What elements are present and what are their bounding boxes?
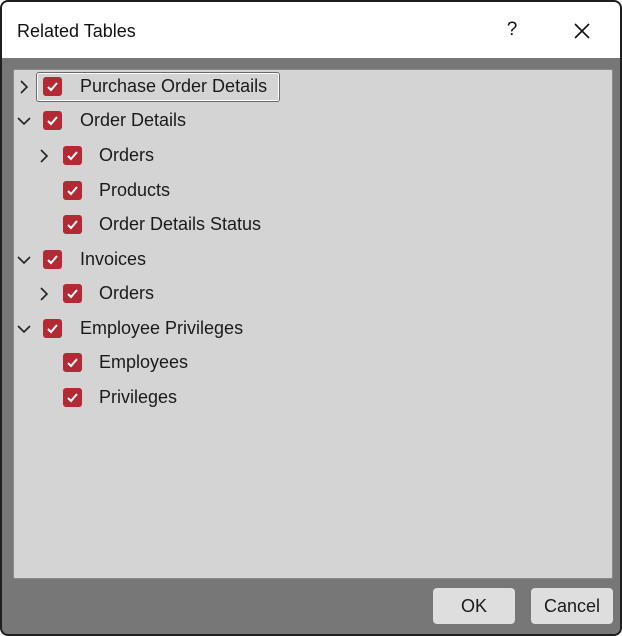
chevron-down-icon[interactable] — [16, 113, 32, 129]
tree-item-orders[interactable]: Orders — [14, 279, 612, 309]
chevron-down-icon[interactable] — [16, 252, 32, 268]
checkbox[interactable] — [43, 111, 62, 130]
check-icon — [67, 393, 78, 403]
tree-item-employees[interactable]: Employees — [14, 348, 612, 378]
tree-item-purchase-order-details[interactable]: Purchase Order Details — [14, 72, 612, 102]
tree-item-invoices[interactable]: Invoices — [14, 245, 612, 275]
ok-button[interactable]: OK — [433, 588, 515, 624]
checkbox[interactable] — [63, 353, 82, 372]
check-icon — [67, 220, 78, 230]
check-icon — [67, 151, 78, 161]
dialog-title: Related Tables — [17, 21, 136, 41]
checkbox[interactable] — [43, 250, 62, 269]
tree-item-label: Privileges — [99, 387, 178, 407]
check-icon — [47, 116, 58, 126]
tree-item-label: Orders — [99, 283, 155, 303]
tree-item-label: Purchase Order Details — [80, 76, 268, 96]
chevron-right-icon[interactable] — [36, 148, 52, 164]
tree-item-employee-privileges[interactable]: Employee Privileges — [14, 314, 612, 344]
chevron-right-icon[interactable] — [36, 286, 52, 302]
related-tables-tree: Purchase Order Details Order Details Ord… — [13, 69, 613, 579]
checkbox[interactable] — [43, 77, 62, 96]
tree-item-label: Orders — [99, 145, 155, 165]
tree-item-label: Products — [99, 180, 171, 200]
tree-item-label: Order Details — [80, 110, 187, 130]
close-button[interactable] — [564, 14, 600, 48]
checkbox[interactable] — [63, 146, 82, 165]
checkbox[interactable] — [43, 319, 62, 338]
chevron-right-icon[interactable] — [16, 79, 32, 95]
check-icon — [67, 358, 78, 368]
cancel-button[interactable]: Cancel — [531, 588, 613, 624]
check-icon — [67, 186, 78, 196]
tree-item-label: Employees — [99, 352, 189, 372]
checkbox[interactable] — [63, 284, 82, 303]
checkbox[interactable] — [63, 181, 82, 200]
checkbox[interactable] — [63, 215, 82, 234]
tree-item-privileges[interactable]: Privileges — [14, 383, 612, 413]
dialog-titlebar: Related Tables ? — [2, 2, 620, 58]
tree-item-label: Invoices — [80, 249, 147, 269]
tree-item-order-details[interactable]: Order Details — [14, 106, 612, 136]
check-icon — [67, 289, 78, 299]
tree-item-orders[interactable]: Orders — [14, 141, 612, 171]
chevron-down-icon[interactable] — [16, 321, 32, 337]
check-icon — [47, 82, 58, 92]
checkbox[interactable] — [63, 388, 82, 407]
check-icon — [47, 324, 58, 334]
tree-item-label: Employee Privileges — [80, 318, 244, 338]
tree-item-label: Order Details Status — [99, 214, 262, 234]
check-icon — [47, 255, 58, 265]
help-button[interactable]: ? — [496, 14, 528, 46]
tree-item-products[interactable]: Products — [14, 176, 612, 206]
related-tables-dialog: Related Tables ? Purchase Order Details — [0, 0, 622, 636]
close-icon — [574, 23, 590, 39]
tree-item-order-details-status[interactable]: Order Details Status — [14, 210, 612, 240]
